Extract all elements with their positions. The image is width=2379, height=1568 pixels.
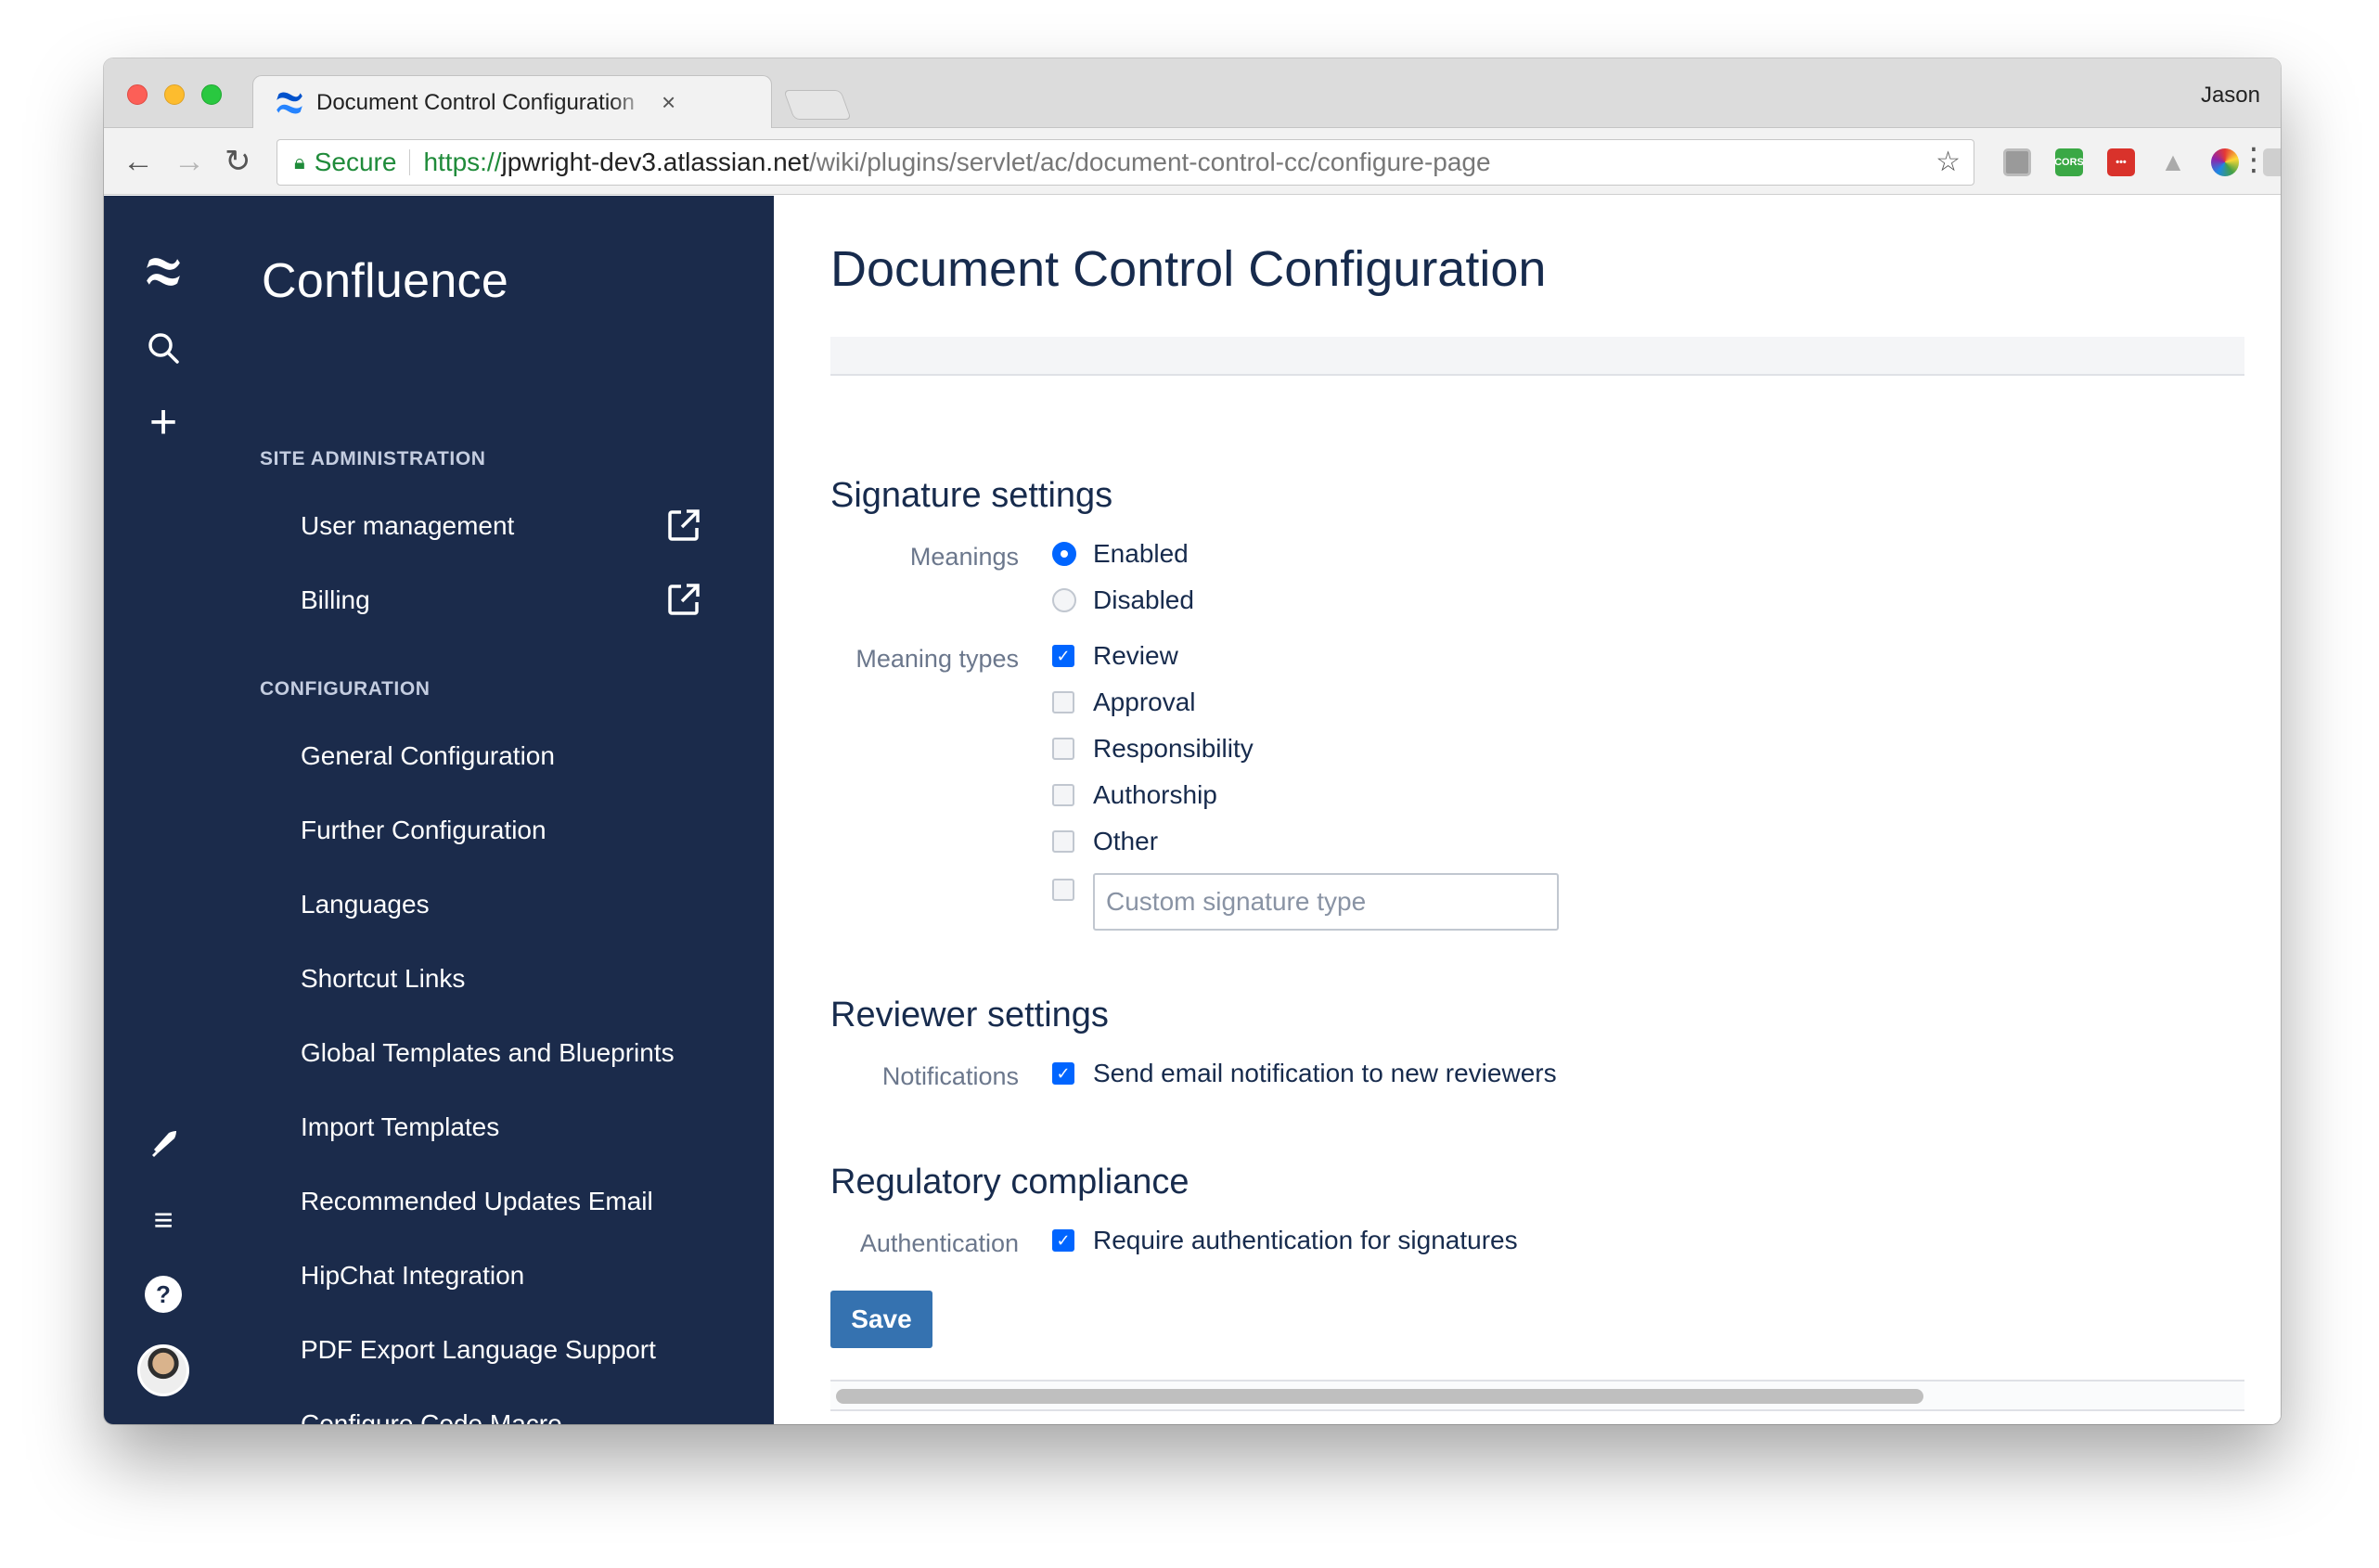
sidebar-item-pdf-export-language[interactable]: PDF Export Language Support xyxy=(301,1335,656,1365)
cors-extension-icon[interactable]: CORS xyxy=(2054,148,2084,176)
bookmark-star-icon[interactable]: ☆ xyxy=(1935,146,1961,178)
approval-checkbox[interactable] xyxy=(1052,691,1074,713)
color-picker-extension-icon[interactable] xyxy=(2211,148,2239,176)
confluence-favicon-icon xyxy=(276,92,302,113)
sidebar-item-general-configuration[interactable]: General Configuration xyxy=(301,741,555,771)
sidebar-item-user-management[interactable]: User management xyxy=(301,511,514,541)
new-tab-button[interactable] xyxy=(783,90,852,120)
forward-arrow-icon[interactable]: → xyxy=(174,143,205,180)
search-icon[interactable] xyxy=(143,328,184,368)
section-heading-configuration: CONFIGURATION xyxy=(260,678,431,700)
other-label: Other xyxy=(1093,827,1159,855)
rocket-icon[interactable] xyxy=(143,1124,184,1164)
url-scheme: https:// xyxy=(423,148,502,176)
sidebar-item-languages[interactable]: Languages xyxy=(301,890,430,919)
enabled-label: Enabled xyxy=(1093,539,1189,568)
save-button[interactable]: Save xyxy=(830,1291,932,1348)
secure-label: Secure xyxy=(314,148,397,176)
sidebar-item-import-templates[interactable]: Import Templates xyxy=(301,1112,499,1142)
page-title: Document Control Configuration xyxy=(830,241,1547,297)
require-auth-checkbox[interactable]: ✓ xyxy=(1052,1229,1074,1252)
close-window-button[interactable] xyxy=(127,84,148,105)
disabled-radio[interactable] xyxy=(1052,588,1076,612)
help-icon[interactable]: ? xyxy=(143,1274,184,1315)
address-toolbar: ← → ↻ 🔒︎ Secure https:// jpwright-dev3.a… xyxy=(104,128,2281,195)
config-tab-strip xyxy=(830,337,2244,376)
url-bar[interactable]: 🔒︎ Secure https:// jpwright-dev3.atlassi… xyxy=(276,139,1974,186)
sidebar-item-further-configuration[interactable]: Further Configuration xyxy=(301,816,547,845)
maximize-window-button[interactable] xyxy=(201,84,222,105)
custom-type-checkbox[interactable] xyxy=(1052,879,1074,901)
reload-icon[interactable]: ↻ xyxy=(225,143,251,180)
custom-signature-type-input[interactable] xyxy=(1093,873,1559,931)
generic-extension-icon[interactable] xyxy=(2003,148,2031,176)
review-label: Review xyxy=(1093,641,1178,670)
responsibility-checkbox[interactable] xyxy=(1052,738,1074,760)
browser-menu-icon[interactable]: ⋮ xyxy=(2238,141,2270,178)
lastpass-extension-icon[interactable]: ••• xyxy=(2107,148,2135,176)
browser-window: Document Control Configuration × Jason ←… xyxy=(104,58,2281,1424)
url-path: /wiki/plugins/servlet/ac/document-contro… xyxy=(809,148,1491,176)
enabled-radio[interactable] xyxy=(1052,542,1076,566)
sidebar-item-hipchat-integration[interactable]: HipChat Integration xyxy=(301,1261,524,1291)
type-approval-option[interactable]: Approval xyxy=(1052,688,1196,717)
meanings-label: Meanings xyxy=(909,543,1019,571)
sidebar-item-billing[interactable]: Billing xyxy=(301,585,370,615)
confluence-logo-icon[interactable] xyxy=(143,251,184,292)
other-checkbox[interactable] xyxy=(1052,830,1074,853)
regulatory-compliance-heading: Regulatory compliance xyxy=(830,1163,1190,1202)
external-link-icon[interactable] xyxy=(666,508,701,543)
type-other-option[interactable]: Other xyxy=(1052,827,1158,856)
email-notification-checkbox[interactable]: ✓ xyxy=(1052,1062,1074,1085)
require-auth-option[interactable]: ✓ Require authentication for signatures xyxy=(1052,1226,1518,1255)
meaning-disabled-option[interactable]: Disabled xyxy=(1052,585,1194,615)
sidebar-item-shortcut-links[interactable]: Shortcut Links xyxy=(301,964,465,994)
signature-settings-heading: Signature settings xyxy=(830,476,1113,515)
sidebar-item-global-templates[interactable]: Global Templates and Blueprints xyxy=(301,1038,675,1068)
email-notification-option[interactable]: ✓ Send email notification to new reviewe… xyxy=(1052,1059,1557,1088)
section-heading-site-administration: SITE ADMINISTRATION xyxy=(260,448,486,469)
disabled-label: Disabled xyxy=(1093,585,1194,614)
sidebar-item-configure-code-macro[interactable]: Configure Code Macro xyxy=(301,1409,562,1424)
url-host: jpwright-dev3.atlassian.net xyxy=(501,148,809,176)
profile-name[interactable]: Jason xyxy=(2201,83,2260,109)
notifications-label: Notifications xyxy=(881,1062,1019,1090)
horizontal-scrollbar[interactable] xyxy=(830,1380,2244,1411)
require-auth-label: Require authentication for signatures xyxy=(1093,1226,1518,1254)
responsibility-label: Responsibility xyxy=(1093,734,1254,763)
drive-extension-icon[interactable]: ▲ xyxy=(2159,148,2187,176)
authentication-label: Authentication xyxy=(859,1229,1019,1257)
custom-type-row xyxy=(1052,873,1559,931)
url-separator xyxy=(409,149,411,175)
create-plus-icon[interactable]: + xyxy=(143,398,184,446)
back-arrow-icon[interactable]: ← xyxy=(122,143,154,180)
reviewer-settings-heading: Reviewer settings xyxy=(830,996,1109,1035)
user-avatar[interactable] xyxy=(137,1344,189,1396)
approval-label: Approval xyxy=(1093,688,1196,716)
scrollbar-thumb[interactable] xyxy=(836,1389,1923,1404)
type-responsibility-option[interactable]: Responsibility xyxy=(1052,734,1254,764)
authorship-label: Authorship xyxy=(1093,780,1217,809)
external-link-icon[interactable] xyxy=(666,582,701,617)
meaning-types-label: Meaning types xyxy=(855,645,1019,673)
svg-text:?: ? xyxy=(156,1280,171,1308)
app-title: Confluence xyxy=(262,254,509,308)
hamburger-menu-icon[interactable]: ≡ xyxy=(143,1200,184,1240)
email-notification-label: Send email notification to new reviewers xyxy=(1093,1059,1557,1087)
main-content: Document Control Configuration Signature… xyxy=(774,196,2281,1424)
review-checkbox[interactable]: ✓ xyxy=(1052,645,1074,667)
title-bar: Document Control Configuration × Jason xyxy=(104,58,2281,129)
type-review-option[interactable]: ✓ Review xyxy=(1052,641,1178,671)
type-authorship-option[interactable]: Authorship xyxy=(1052,780,1217,810)
sidebar-item-recommended-updates-email[interactable]: Recommended Updates Email xyxy=(301,1187,653,1216)
meaning-enabled-option[interactable]: Enabled xyxy=(1052,539,1189,569)
lock-icon: 🔒︎ xyxy=(294,150,305,174)
browser-tab[interactable]: Document Control Configuration × xyxy=(252,75,772,129)
tab-title: Document Control Configuration xyxy=(316,89,635,115)
tab-close-icon[interactable]: × xyxy=(662,88,675,117)
minimize-window-button[interactable] xyxy=(164,84,185,105)
authorship-checkbox[interactable] xyxy=(1052,784,1074,806)
